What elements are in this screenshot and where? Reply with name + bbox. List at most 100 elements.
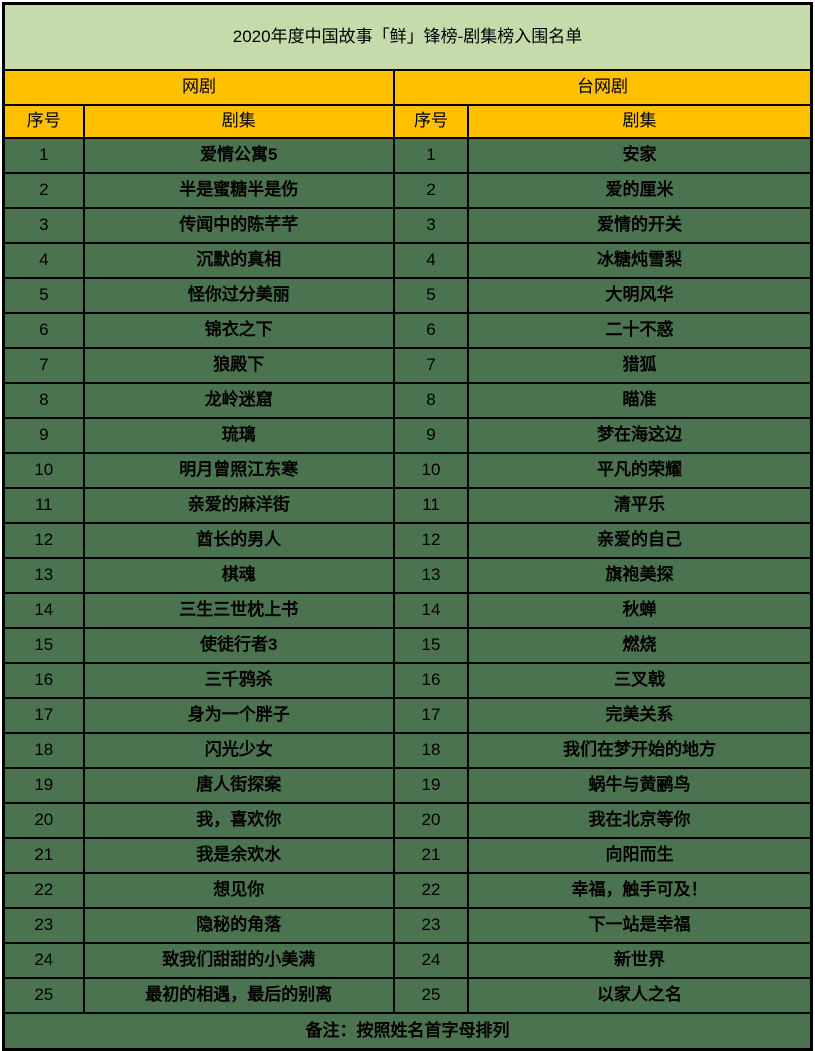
table-row: 22 想见你 22 幸福，触手可及！ — [2, 872, 813, 909]
cell-show-left: 我，喜欢你 — [82, 802, 395, 839]
cell-index-right: 24 — [392, 942, 470, 979]
cell-index-right: 7 — [392, 347, 470, 384]
table-row: 25 最初的相遇，最后的别离 25 以家人之名 — [2, 977, 813, 1014]
cell-show-left: 酋长的男人 — [82, 522, 395, 559]
column-header-index-left: 序号 — [2, 104, 85, 139]
cell-show-right: 三叉戟 — [467, 662, 813, 699]
cell-index-left: 24 — [2, 942, 85, 979]
cell-show-right: 蜗牛与黄鹂鸟 — [467, 767, 813, 804]
cell-show-right: 完美关系 — [467, 697, 813, 734]
cell-show-left: 隐秘的角落 — [82, 907, 395, 944]
table-row: 24 致我们甜甜的小美满 24 新世界 — [2, 942, 813, 979]
cell-index-left: 15 — [2, 627, 85, 664]
cell-index-right: 22 — [392, 872, 470, 909]
cell-show-right: 新世界 — [467, 942, 813, 979]
cell-show-right: 旗袍美探 — [467, 557, 813, 594]
cell-show-right: 下一站是幸福 — [467, 907, 813, 944]
cell-index-left: 10 — [2, 452, 85, 489]
footer-row: 备注：按照姓名首字母排列 — [2, 1012, 813, 1051]
cell-index-left: 12 — [2, 522, 85, 559]
cell-show-right: 秋蝉 — [467, 592, 813, 629]
cell-index-right: 23 — [392, 907, 470, 944]
cell-show-left: 想见你 — [82, 872, 395, 909]
cell-index-right: 3 — [392, 207, 470, 244]
cell-show-right: 清平乐 — [467, 487, 813, 524]
table-row: 6 锦衣之下 6 二十不惑 — [2, 312, 813, 349]
cell-show-right: 我们在梦开始的地方 — [467, 732, 813, 769]
cell-index-right: 4 — [392, 242, 470, 279]
spreadsheet-sheet: 2020年度中国故事「鲜」锋榜-剧集榜入围名单 网剧 台网剧 序号 剧集 序号 … — [0, 2, 815, 1051]
cell-show-right: 爱的厘米 — [467, 172, 813, 209]
column-header-index-right: 序号 — [392, 104, 470, 139]
column-header-row: 序号 剧集 序号 剧集 — [2, 104, 813, 139]
table-row: 12 酋长的男人 12 亲爱的自己 — [2, 522, 813, 559]
cell-index-left: 23 — [2, 907, 85, 944]
table-row: 23 隐秘的角落 23 下一站是幸福 — [2, 907, 813, 944]
cell-index-right: 11 — [392, 487, 470, 524]
cell-show-right: 二十不惑 — [467, 312, 813, 349]
cell-index-right: 15 — [392, 627, 470, 664]
cell-show-right: 梦在海这边 — [467, 417, 813, 454]
cell-index-right: 25 — [392, 977, 470, 1014]
table-row: 21 我是余欢水 21 向阳而生 — [2, 837, 813, 874]
table-row: 1 爱情公寓5 1 安家 — [2, 137, 813, 174]
cell-index-left: 18 — [2, 732, 85, 769]
table-row: 11 亲爱的麻洋街 11 清平乐 — [2, 487, 813, 524]
cell-show-left: 亲爱的麻洋街 — [82, 487, 395, 524]
section-header-row: 网剧 台网剧 — [2, 69, 813, 106]
cell-index-left: 1 — [2, 137, 85, 174]
table-row: 4 沉默的真相 4 冰糖炖雪梨 — [2, 242, 813, 279]
table-row: 5 怪你过分美丽 5 大明风华 — [2, 277, 813, 314]
cell-show-right: 亲爱的自己 — [467, 522, 813, 559]
cell-show-left: 我是余欢水 — [82, 837, 395, 874]
table-row: 3 传闻中的陈芊芊 3 爱情的开关 — [2, 207, 813, 244]
cell-index-left: 13 — [2, 557, 85, 594]
cell-index-left: 2 — [2, 172, 85, 209]
cell-show-left: 沉默的真相 — [82, 242, 395, 279]
table-row: 7 狼殿下 7 猎狐 — [2, 347, 813, 384]
cell-show-right: 以家人之名 — [467, 977, 813, 1014]
cell-index-right: 16 — [392, 662, 470, 699]
cell-index-right: 14 — [392, 592, 470, 629]
cell-index-left: 5 — [2, 277, 85, 314]
cell-index-left: 4 — [2, 242, 85, 279]
cell-show-left: 半是蜜糖半是伤 — [82, 172, 395, 209]
cell-index-right: 12 — [392, 522, 470, 559]
cell-show-left: 闪光少女 — [82, 732, 395, 769]
cell-index-left: 17 — [2, 697, 85, 734]
cell-show-left: 棋魂 — [82, 557, 395, 594]
cell-show-left: 怪你过分美丽 — [82, 277, 395, 314]
section-header-tv-web-drama: 台网剧 — [392, 69, 813, 106]
cell-index-left: 22 — [2, 872, 85, 909]
cell-index-right: 13 — [392, 557, 470, 594]
cell-index-left: 21 — [2, 837, 85, 874]
cell-show-right: 猎狐 — [467, 347, 813, 384]
cell-show-left: 琉璃 — [82, 417, 395, 454]
cell-index-left: 3 — [2, 207, 85, 244]
cell-index-left: 8 — [2, 382, 85, 419]
cell-show-left: 身为一个胖子 — [82, 697, 395, 734]
cell-show-right: 大明风华 — [467, 277, 813, 314]
cell-show-left: 唐人街探案 — [82, 767, 395, 804]
cell-show-right: 冰糖炖雪梨 — [467, 242, 813, 279]
cell-show-left: 致我们甜甜的小美满 — [82, 942, 395, 979]
table-row: 15 使徒行者3 15 燃烧 — [2, 627, 813, 664]
cell-index-right: 18 — [392, 732, 470, 769]
cell-index-right: 10 — [392, 452, 470, 489]
cell-show-right: 安家 — [467, 137, 813, 174]
nominee-list-table: 2020年度中国故事「鲜」锋榜-剧集榜入围名单 网剧 台网剧 序号 剧集 序号 … — [2, 2, 813, 1051]
cell-show-left: 使徒行者3 — [82, 627, 395, 664]
column-header-show-right: 剧集 — [467, 104, 813, 139]
cell-show-left: 三生三世枕上书 — [82, 592, 395, 629]
cell-show-left: 龙岭迷窟 — [82, 382, 395, 419]
table-row: 14 三生三世枕上书 14 秋蝉 — [2, 592, 813, 629]
cell-index-right: 6 — [392, 312, 470, 349]
cell-index-right: 8 — [392, 382, 470, 419]
cell-show-right: 平凡的荣耀 — [467, 452, 813, 489]
table-row: 10 明月曾照江东寒 10 平凡的荣耀 — [2, 452, 813, 489]
cell-index-left: 19 — [2, 767, 85, 804]
cell-show-right: 爱情的开关 — [467, 207, 813, 244]
cell-index-left: 20 — [2, 802, 85, 839]
table-body: 2020年度中国故事「鲜」锋榜-剧集榜入围名单 网剧 台网剧 序号 剧集 序号 … — [2, 2, 813, 1051]
cell-index-right: 19 — [392, 767, 470, 804]
